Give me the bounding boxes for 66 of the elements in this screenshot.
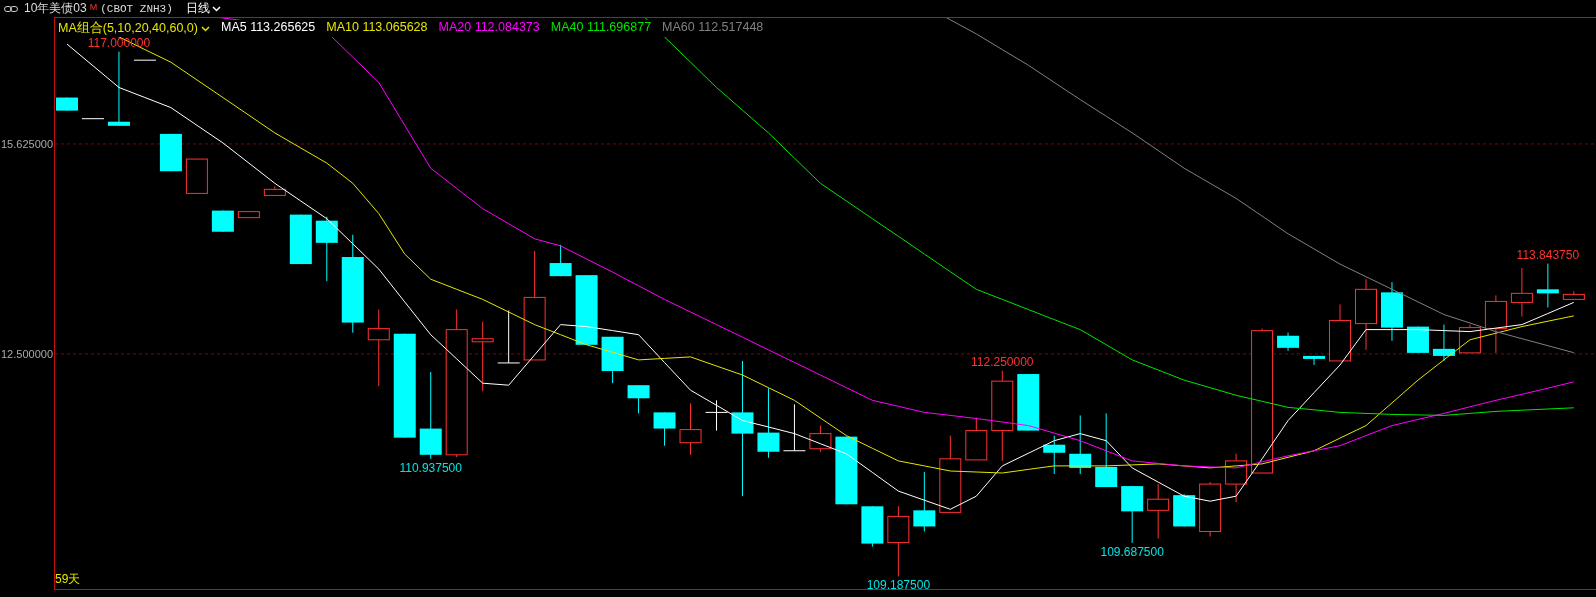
- candlestick: [1199, 481, 1222, 538]
- candlestick: [575, 274, 598, 346]
- period-dropdown[interactable]: 日线: [185, 0, 221, 17]
- candlestick: [757, 387, 780, 459]
- candlestick: [653, 411, 676, 447]
- candlestick: [861, 505, 884, 548]
- candlestick: [1536, 263, 1559, 308]
- price-label: 112.250000: [971, 354, 1034, 369]
- axis-label: 12.500000: [1, 347, 53, 360]
- candlestick: [56, 97, 78, 112]
- candlestick: [809, 425, 832, 453]
- legend-item: MA5 113.265625: [220, 20, 316, 36]
- legend-item: MA20 112.084373: [438, 20, 540, 36]
- candlestick: [211, 210, 234, 233]
- candlestick: [1147, 483, 1170, 540]
- candlestick: [263, 185, 286, 196]
- candlestick: [782, 403, 806, 452]
- candlestick: [601, 336, 624, 384]
- indicator-dropdown[interactable]: MA组合(5,10,20,40,60,0): [58, 20, 210, 37]
- instrument-name: 10年美债03: [24, 0, 87, 17]
- candlestick: [1406, 326, 1429, 354]
- candlestick: [1017, 373, 1040, 432]
- candlestick: [497, 310, 521, 364]
- candlestick: [965, 416, 988, 461]
- candlestick: [835, 436, 858, 505]
- candlestick: [1381, 281, 1403, 342]
- chevron-down-icon: [200, 25, 210, 32]
- candlestick: [627, 384, 650, 414]
- candlestick: [289, 214, 312, 265]
- candlestick: [159, 133, 182, 172]
- candlestick: [1043, 435, 1066, 475]
- candlestick: [1277, 332, 1300, 352]
- superscript-letter: M: [89, 2, 98, 12]
- candlestick: [1173, 493, 1196, 527]
- candlestick: [471, 321, 494, 392]
- candlestick: [1329, 303, 1351, 362]
- legend-item: MA60 112.517448: [662, 20, 764, 36]
- candlestick: [81, 118, 105, 120]
- price-label: 109.187500: [866, 578, 931, 589]
- instrument-code: (CBOT ZNH3): [100, 2, 173, 15]
- candlestick: [1303, 355, 1326, 366]
- candlestick: [133, 59, 157, 61]
- candlestick: [315, 216, 338, 282]
- candlestick: [1069, 414, 1092, 475]
- candlestick: [1484, 294, 1507, 354]
- candlestick: [1432, 324, 1455, 362]
- candlestick: [1225, 453, 1248, 503]
- chevron-down-icon: [211, 5, 221, 12]
- price-label: 113.843750: [1516, 247, 1580, 262]
- legend-item: MA10 113.065628: [326, 20, 428, 36]
- candlestick: [185, 158, 208, 194]
- candlestick: [1510, 267, 1533, 318]
- candlestick: [1121, 485, 1144, 544]
- candlestick: [913, 471, 936, 532]
- axis-label: 15.625000: [1, 137, 53, 150]
- candlestick: [237, 211, 260, 219]
- candlestick: [1562, 290, 1585, 300]
- candlestick: [887, 505, 910, 577]
- candlestick: [705, 399, 728, 432]
- link-icon: [4, 4, 18, 13]
- price-label: 109.687500: [1100, 544, 1164, 559]
- legend-item: MA40 111.696877: [550, 20, 652, 36]
- price-label: 110.937500: [399, 460, 462, 475]
- candlestick: [549, 244, 572, 277]
- bar-count: 59天: [55, 571, 81, 588]
- candlestick: [679, 402, 702, 456]
